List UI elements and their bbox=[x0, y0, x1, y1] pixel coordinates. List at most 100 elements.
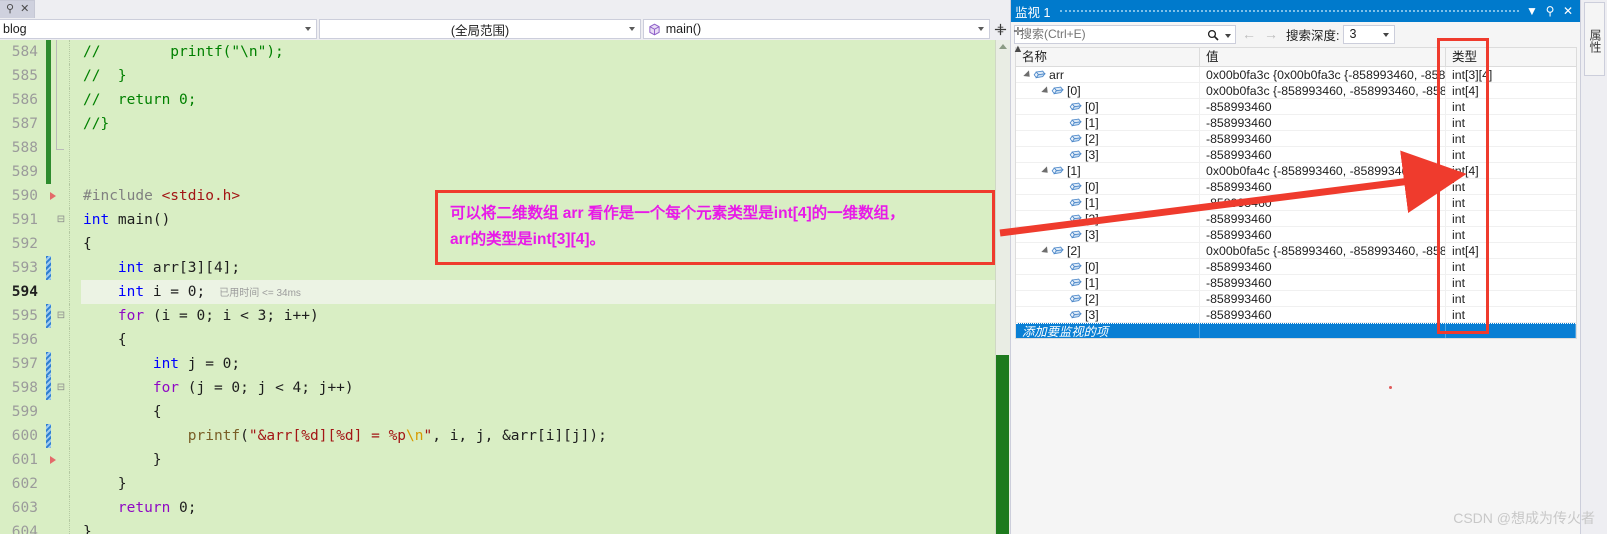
table-row[interactable]: [2] -858993460 int bbox=[1016, 211, 1576, 227]
table-row[interactable]: [0] -858993460 int bbox=[1016, 259, 1576, 275]
table-row[interactable]: [1] -858993460 int bbox=[1016, 195, 1576, 211]
table-row[interactable]: [0] -858993460 int bbox=[1016, 99, 1576, 115]
watch-name-cell[interactable]: [1] bbox=[1016, 163, 1200, 178]
watch-value-cell[interactable]: -858993460 bbox=[1200, 307, 1446, 322]
watch-value-cell[interactable]: 0x00b0fa3c {-858993460, -858993460, -858… bbox=[1200, 83, 1446, 98]
watch-name-cell[interactable]: [1] bbox=[1016, 195, 1200, 210]
scroll-up-icon[interactable]: ▲ bbox=[1010, 40, 1026, 58]
watch-value-cell[interactable]: 0x00b0fa5c {-858993460, -858993460, -858… bbox=[1200, 243, 1446, 258]
table-row[interactable]: [3] -858993460 int bbox=[1016, 307, 1576, 323]
scrollbar-thumb[interactable] bbox=[996, 355, 1009, 534]
watch-value-cell[interactable]: -858993460 bbox=[1200, 115, 1446, 130]
watch-name-cell[interactable]: [2] bbox=[1016, 291, 1200, 306]
watch-value-cell[interactable]: -858993460 bbox=[1200, 227, 1446, 242]
watch-value-cell[interactable]: 0x00b0fa3c {0x00b0fa3c {-858993460, -858… bbox=[1200, 67, 1446, 82]
code-line[interactable]: 595 ⊟ for (i = 0; i < 3; i++) bbox=[0, 304, 1010, 328]
member-dropdown[interactable]: main() bbox=[642, 19, 991, 39]
code-line[interactable]: 598 ⊟ for (j = 0; j < 4; j++) bbox=[0, 376, 1010, 400]
pin-icon[interactable]: ⚲ bbox=[6, 4, 14, 15]
code-line[interactable]: 584 // printf("\n"); bbox=[0, 40, 1010, 64]
expander-triangle-icon[interactable] bbox=[1041, 165, 1051, 176]
watch-name-cell[interactable]: [0] bbox=[1016, 179, 1200, 194]
pin-icon[interactable]: ⚲ bbox=[1541, 2, 1559, 20]
code-line[interactable]: 600 printf("&arr[%d][%d] = %p\n", i, j, … bbox=[0, 424, 1010, 448]
table-row[interactable]: [2] -858993460 int bbox=[1016, 131, 1576, 147]
code-line[interactable]: 585 // } bbox=[0, 64, 1010, 88]
code-line[interactable]: 586 // return 0; bbox=[0, 88, 1010, 112]
watch-name-cell[interactable]: [0] bbox=[1016, 83, 1200, 98]
watch-value-cell[interactable]: -858993460 bbox=[1200, 179, 1446, 194]
code-text-area[interactable]: 584 // printf("\n"); 585 // } 586 // return 0… bbox=[0, 40, 1010, 534]
expander-triangle-icon[interactable] bbox=[1041, 245, 1051, 256]
watch-name-cell[interactable]: [2] bbox=[1016, 243, 1200, 258]
watch-name-cell[interactable]: [2] bbox=[1016, 211, 1200, 226]
watch-value-cell[interactable]: -858993460 bbox=[1200, 99, 1446, 114]
breakpoint-glyph-icon[interactable] bbox=[50, 456, 56, 464]
scroll-up-icon[interactable] bbox=[999, 44, 1007, 49]
magnifier-icon[interactable] bbox=[1207, 29, 1219, 41]
watch-name-cell[interactable]: [3] bbox=[1016, 147, 1200, 162]
code-line[interactable]: 588 bbox=[0, 136, 1010, 160]
table-row[interactable]: [3] -858993460 int bbox=[1016, 227, 1576, 243]
table-row[interactable]: [1] 0x00b0fa4c {-858993460, -858993460, -… bbox=[1016, 163, 1576, 179]
column-header-value[interactable]: 值 bbox=[1200, 48, 1446, 66]
watch-name-cell[interactable]: [2] bbox=[1016, 131, 1200, 146]
search-input[interactable] bbox=[1018, 26, 1198, 42]
code-line[interactable]: 589 bbox=[0, 160, 1010, 184]
table-row[interactable]: arr 0x00b0fa3c {0x00b0fa3c {-858993460, -… bbox=[1016, 67, 1576, 83]
expander-triangle-icon[interactable] bbox=[1041, 85, 1051, 96]
project-scope-dropdown[interactable]: blog bbox=[0, 19, 318, 39]
chevron-down-icon[interactable]: ▼ bbox=[1523, 2, 1541, 20]
watch-name-cell[interactable]: [3] bbox=[1016, 227, 1200, 242]
code-line[interactable]: 599 { bbox=[0, 400, 1010, 424]
table-row[interactable]: [2] 0x00b0fa5c {-858993460, -858993460, -… bbox=[1016, 243, 1576, 259]
watch-name-cell[interactable]: [1] bbox=[1016, 275, 1200, 290]
column-header-name[interactable]: 名称 bbox=[1016, 48, 1200, 66]
fold-toggle-icon[interactable]: ⊟ bbox=[53, 376, 69, 400]
watch-name-cell[interactable]: [0] bbox=[1016, 99, 1200, 114]
add-watch-row[interactable]: 添加要监视的项 bbox=[1016, 323, 1576, 338]
watch-value-cell[interactable]: -858993460 bbox=[1200, 259, 1446, 274]
code-line[interactable]: 602 } bbox=[0, 472, 1010, 496]
table-row[interactable]: [2] -858993460 int bbox=[1016, 291, 1576, 307]
breakpoint-glyph-icon[interactable] bbox=[50, 192, 56, 200]
code-line[interactable]: 604} bbox=[0, 520, 1010, 534]
editor-vertical-scrollbar[interactable] bbox=[995, 40, 1010, 534]
search-depth-dropdown[interactable]: 3 bbox=[1343, 24, 1396, 44]
watch-value-cell[interactable]: -858993460 bbox=[1200, 147, 1446, 162]
watch-name-cell[interactable]: [3] bbox=[1016, 307, 1200, 322]
global-scope-dropdown[interactable]: (全局范围) bbox=[319, 19, 641, 39]
fold-toggle-icon[interactable]: ⊟ bbox=[53, 208, 69, 232]
table-row[interactable]: [1] -858993460 int bbox=[1016, 115, 1576, 131]
table-row[interactable]: [3] -858993460 int bbox=[1016, 147, 1576, 163]
column-header-type[interactable]: 类型 bbox=[1446, 48, 1576, 66]
code-line[interactable]: 596 { bbox=[0, 328, 1010, 352]
close-icon[interactable]: ✕ bbox=[1559, 2, 1577, 20]
code-line[interactable]: 594 int i = 0; 已用时间 <= 34ms bbox=[0, 280, 1010, 304]
code-line[interactable]: 597 int j = 0; bbox=[0, 352, 1010, 376]
close-icon[interactable]: ✕ bbox=[20, 4, 29, 15]
table-row[interactable]: [0] -858993460 int bbox=[1016, 179, 1576, 195]
code-line[interactable]: 587 //} bbox=[0, 112, 1010, 136]
watch-value-cell[interactable]: 0x00b0fa4c {-858993460, -858993460, -858… bbox=[1200, 163, 1446, 178]
search-box[interactable] bbox=[1014, 24, 1236, 44]
table-row[interactable]: [0] 0x00b0fa3c {-858993460, -858993460, -… bbox=[1016, 83, 1576, 99]
watch-value-cell[interactable]: -858993460 bbox=[1200, 195, 1446, 210]
watch-name-cell[interactable]: [0] bbox=[1016, 259, 1200, 274]
code-line[interactable]: 603 return 0; bbox=[0, 496, 1010, 520]
fold-toggle-icon[interactable]: ⊟ bbox=[53, 304, 69, 328]
dock-layout-icon[interactable]: ✛ bbox=[1010, 22, 1026, 40]
code-line[interactable]: 601 } bbox=[0, 448, 1010, 472]
watch-value-cell[interactable]: -858993460 bbox=[1200, 131, 1446, 146]
arrow-right-icon[interactable]: → bbox=[1262, 26, 1280, 42]
watch-value-cell[interactable]: -858993460 bbox=[1200, 211, 1446, 226]
document-tab[interactable]: g.c ⚲ ✕ bbox=[0, 0, 36, 18]
chevron-down-icon[interactable] bbox=[1225, 33, 1231, 38]
arrow-left-icon[interactable]: ← bbox=[1240, 26, 1258, 42]
table-row[interactable]: [1] -858993460 int bbox=[1016, 275, 1576, 291]
watch-value-cell[interactable]: -858993460 bbox=[1200, 291, 1446, 306]
watch-name-cell[interactable]: [1] bbox=[1016, 115, 1200, 130]
properties-vertical-tab[interactable]: 属性 bbox=[1584, 2, 1605, 76]
watch-name-cell[interactable]: arr bbox=[1016, 67, 1200, 82]
watch-variables-grid[interactable]: 名称 值 类型 arr 0x00b0fa3c {0x00b0fa3c {-8589… bbox=[1015, 47, 1577, 339]
